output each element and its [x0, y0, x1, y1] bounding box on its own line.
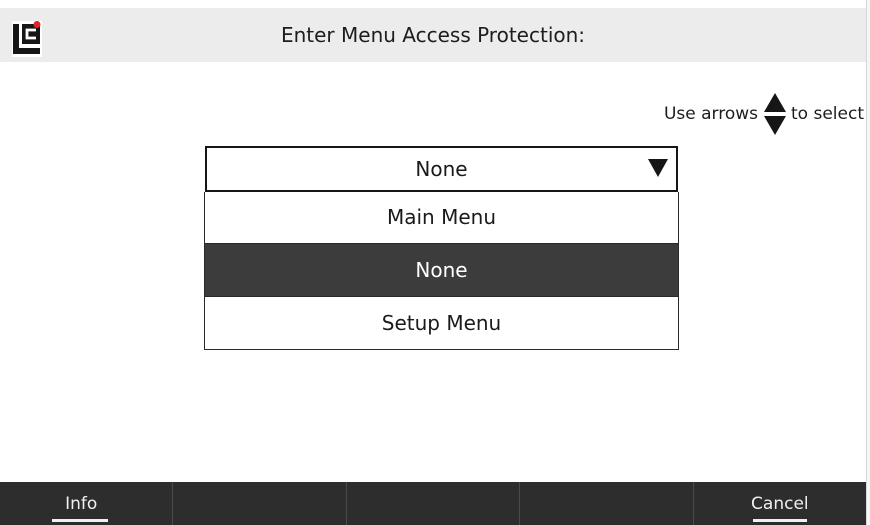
option-none[interactable]: None — [205, 243, 678, 296]
navigation-hint: Use arrows to select — [664, 92, 864, 136]
title-bar: Enter Menu Access Protection: — [0, 8, 866, 62]
softkey-underline — [752, 519, 807, 522]
page-title: Enter Menu Access Protection: — [280, 23, 586, 47]
option-main-menu[interactable]: Main Menu — [205, 192, 678, 243]
option-label: Setup Menu — [381, 311, 502, 335]
dropdown-current-value: None — [415, 157, 468, 181]
cancel-softkey-label: Cancel — [751, 494, 809, 514]
softkey-underline — [52, 519, 109, 522]
window-edge — [866, 0, 870, 525]
option-setup-menu[interactable]: Setup Menu — [205, 296, 678, 349]
softkey-4[interactable] — [519, 482, 692, 525]
softkey-bar: Info Cancel — [0, 482, 866, 525]
dropdown-options-list: Main Menu None Setup Menu — [204, 192, 679, 350]
caret-down-icon[interactable] — [648, 158, 668, 178]
info-softkey[interactable]: Info — [0, 482, 172, 525]
option-label: None — [415, 258, 468, 282]
info-softkey-label: Info — [65, 494, 98, 514]
option-label: Main Menu — [386, 205, 496, 229]
hint-suffix: to select — [791, 104, 864, 124]
softkey-2[interactable] — [172, 482, 345, 525]
hint-prefix: Use arrows — [663, 104, 759, 124]
protection-dropdown[interactable]: None — [205, 146, 678, 192]
softkey-3[interactable] — [345, 482, 519, 525]
up-down-arrows-icon — [764, 93, 787, 135]
cancel-softkey[interactable]: Cancel — [692, 482, 866, 525]
